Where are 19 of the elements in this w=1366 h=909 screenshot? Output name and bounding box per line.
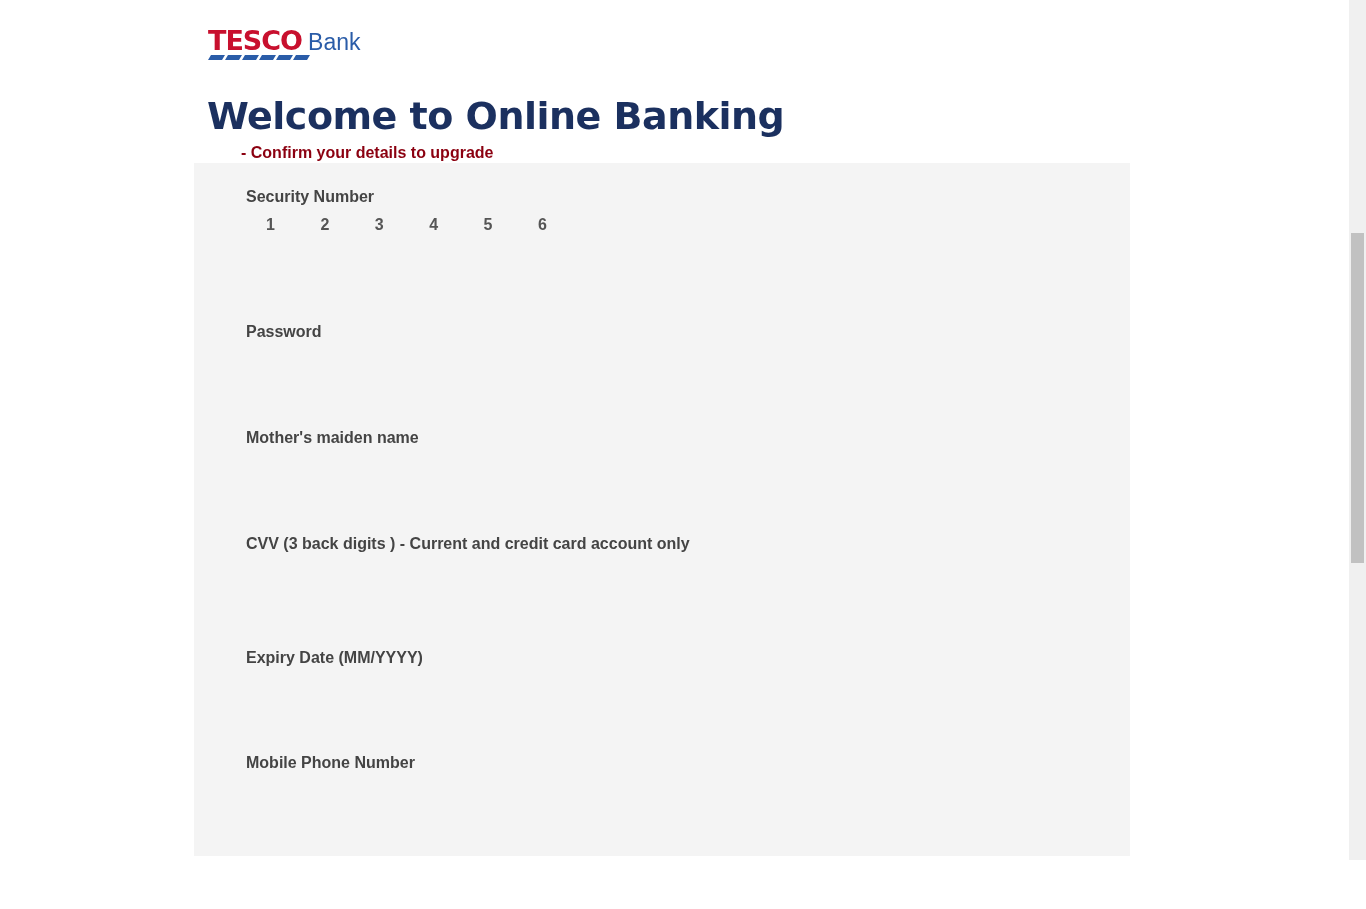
field-label: Mother's maiden name xyxy=(246,428,419,448)
scrollbar-thumb[interactable] xyxy=(1351,233,1364,563)
logo-product: Bank xyxy=(308,29,361,55)
digit-label: 5 xyxy=(483,215,494,235)
scrollbar[interactable] xyxy=(1349,0,1366,860)
field-label: Password xyxy=(246,322,322,342)
field-label: Mobile Phone Number xyxy=(246,753,415,773)
page-heading: Welcome to Online Banking xyxy=(207,93,786,139)
field-label: Security Number xyxy=(246,187,375,207)
logo-brand: TESCO xyxy=(208,28,303,54)
page-subtitle: - Confirm your details to upgrade xyxy=(241,143,495,163)
field-label: Expiry Date (MM/YYYY) xyxy=(246,648,423,668)
digit-label: 2 xyxy=(320,215,331,235)
digit-label: 6 xyxy=(537,215,548,235)
digit-label: 3 xyxy=(374,215,385,235)
field-label: CVV (3 back digits ) - Current and credit card account only xyxy=(246,534,690,554)
stripes-icon xyxy=(208,55,312,61)
digit-label: 4 xyxy=(429,215,440,235)
digit-label: 1 xyxy=(266,215,276,235)
